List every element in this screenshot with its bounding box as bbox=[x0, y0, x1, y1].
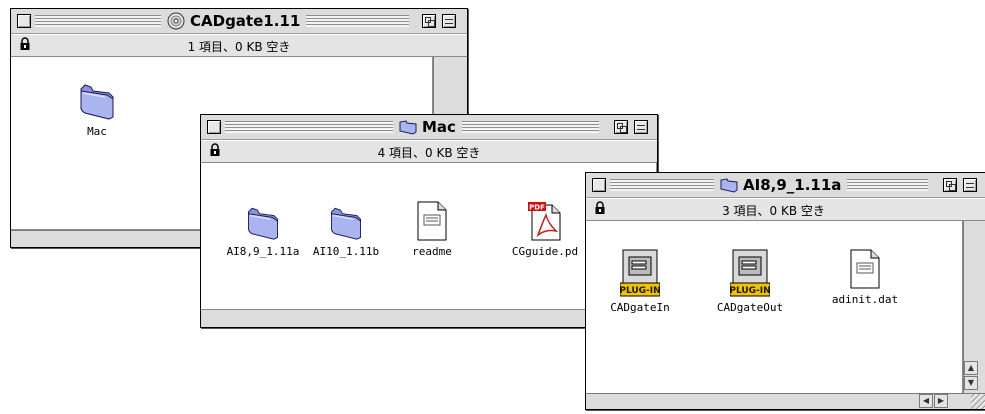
close-box[interactable] bbox=[17, 14, 31, 28]
scroll-up-arrow-icon[interactable]: ▲ bbox=[964, 361, 978, 375]
item-label: readme bbox=[412, 245, 452, 258]
item-label: CGguide.pd bbox=[511, 245, 579, 258]
folder-icon bbox=[331, 207, 361, 240]
folder-icon bbox=[248, 207, 278, 240]
title-bar[interactable]: AI8,9_1.11a bbox=[586, 173, 985, 198]
collapse-box[interactable] bbox=[963, 178, 977, 192]
item-label: adinit.dat bbox=[831, 293, 899, 306]
window-title: Mac bbox=[393, 117, 462, 137]
folder-icon bbox=[80, 84, 114, 120]
item-label: AI10_1.11b bbox=[312, 245, 380, 258]
info-bar: 1 項目、0 KB 空き bbox=[11, 34, 467, 57]
zoom-box[interactable] bbox=[422, 14, 436, 28]
scroll-left-arrow-icon[interactable]: ◀ bbox=[919, 394, 933, 408]
plugin-icon: PLUG-IN bbox=[730, 249, 770, 297]
scroll-down-arrow-icon[interactable]: ▼ bbox=[964, 376, 978, 390]
list-item-folder-ai10[interactable]: AI10_1.11b bbox=[307, 201, 385, 258]
info-text: 1 項目、0 KB 空き bbox=[187, 40, 291, 54]
svg-text:PDF: PDF bbox=[529, 204, 545, 212]
window-ai89[interactable]: AI8,9_1.11a 3 項目、0 KB 空き PLUG-IN CADgate… bbox=[585, 172, 985, 410]
window-title-text: CADgate1.11 bbox=[190, 12, 301, 30]
content-area: PLUG-IN CADgateIn PLUG-IN CADgateOut adi… bbox=[586, 221, 963, 394]
svg-text:PLUG-IN: PLUG-IN bbox=[620, 286, 660, 296]
item-label: AI8,9_1.11a bbox=[226, 245, 300, 258]
folder-icon bbox=[720, 178, 738, 193]
list-item-adinit[interactable]: adinit.dat bbox=[826, 249, 904, 306]
plugin-icon: PLUG-IN bbox=[620, 249, 660, 297]
pdf-document-icon: PDF bbox=[528, 202, 561, 241]
info-bar: 3 項目、0 KB 空き bbox=[586, 198, 985, 221]
window-title: CADgate1.11 bbox=[161, 11, 307, 31]
list-item-cadgateout[interactable]: PLUG-IN CADgateOut bbox=[711, 249, 789, 314]
window-title: AI8,9_1.11a bbox=[714, 175, 848, 195]
collapse-box[interactable] bbox=[442, 14, 456, 28]
folder-icon bbox=[399, 120, 417, 135]
item-label: CADgateOut bbox=[716, 301, 784, 314]
info-bar: 4 項目、0 KB 空き bbox=[201, 140, 657, 163]
zoom-box[interactable] bbox=[614, 120, 628, 134]
window-title-text: Mac bbox=[422, 118, 456, 136]
list-item-cadgatein[interactable]: PLUG-IN CADgateIn bbox=[601, 249, 679, 314]
vertical-scrollbar[interactable]: ▲ ▼ bbox=[963, 221, 979, 393]
title-bar[interactable]: Mac bbox=[201, 115, 657, 140]
info-text: 3 項目、0 KB 空き bbox=[722, 204, 825, 218]
list-item-mac-folder[interactable]: Mac bbox=[58, 77, 136, 138]
list-item-cgguide[interactable]: PDF CGguide.pd bbox=[506, 201, 584, 258]
list-item-readme[interactable]: readme bbox=[393, 201, 471, 258]
cd-disc-icon bbox=[167, 12, 185, 30]
list-item-folder-ai89[interactable]: AI8,9_1.11a bbox=[224, 201, 302, 258]
collapse-box[interactable] bbox=[634, 120, 648, 134]
zoom-box[interactable] bbox=[943, 178, 957, 192]
scroll-right-arrow-icon[interactable]: ▶ bbox=[934, 394, 948, 408]
close-box[interactable] bbox=[207, 120, 221, 134]
horizontal-scrollbar[interactable]: ◀ ▶ bbox=[586, 393, 985, 409]
title-bar[interactable]: CADgate1.11 bbox=[11, 9, 467, 34]
item-label: Mac bbox=[87, 125, 107, 138]
text-document-icon bbox=[417, 201, 447, 241]
resize-grip-icon[interactable] bbox=[971, 394, 985, 409]
info-text: 4 項目、0 KB 空き bbox=[377, 146, 481, 160]
close-box[interactable] bbox=[592, 178, 606, 192]
item-label: CADgateIn bbox=[610, 301, 670, 314]
text-document-icon bbox=[850, 249, 880, 289]
svg-text:PLUG-IN: PLUG-IN bbox=[730, 286, 770, 296]
window-title-text: AI8,9_1.11a bbox=[743, 176, 842, 194]
